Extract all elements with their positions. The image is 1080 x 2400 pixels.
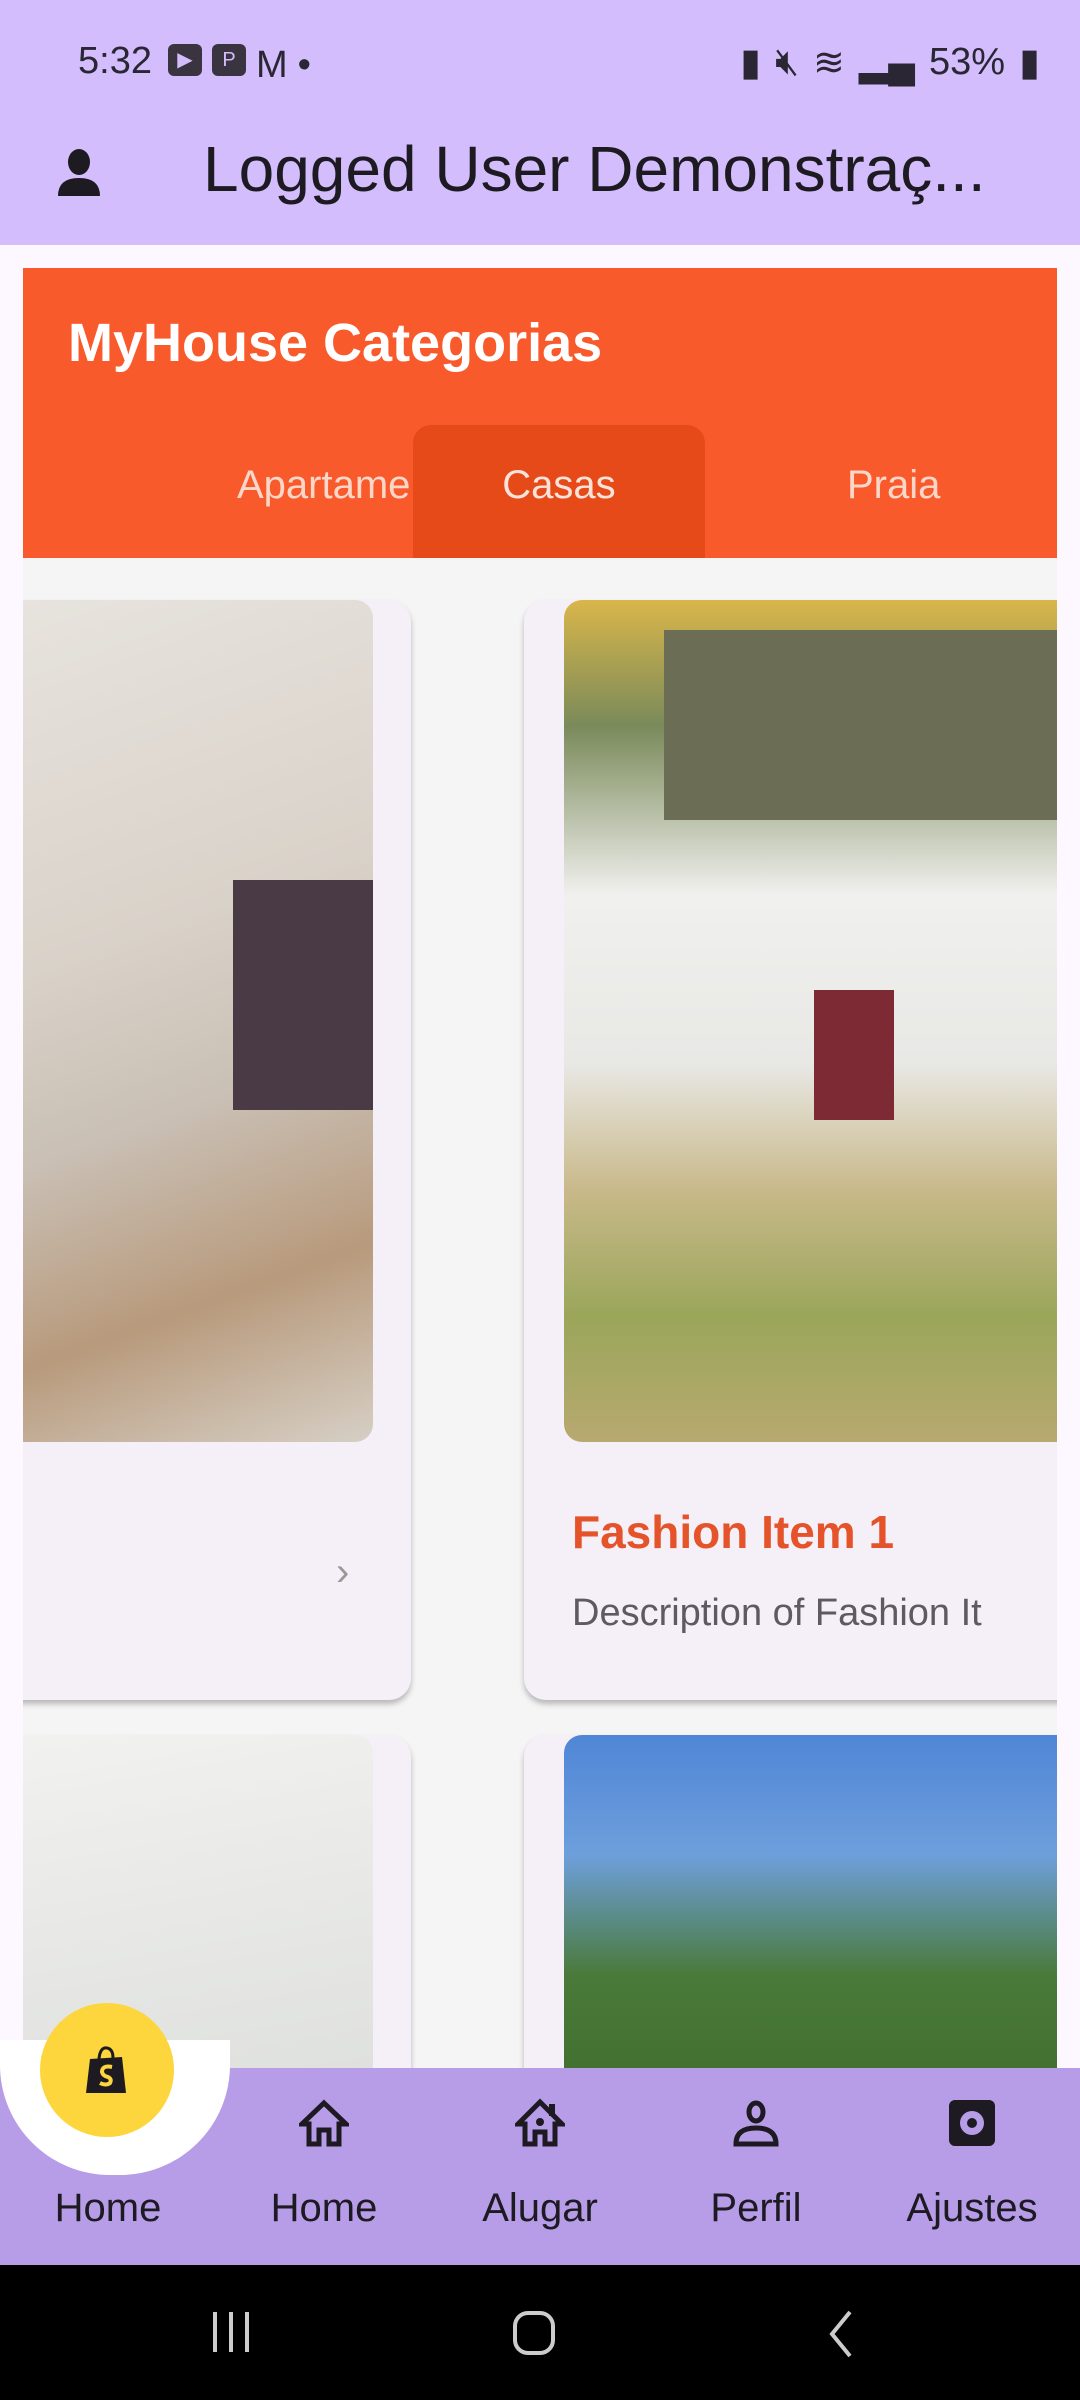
- roof-detail: [664, 630, 1057, 820]
- app-title: Logged User Demonstraç...: [203, 133, 986, 205]
- shopify-bag-icon: [86, 2046, 126, 2093]
- tab-praia[interactable]: Praia: [847, 463, 940, 508]
- dot-icon: •: [297, 44, 311, 86]
- battery-icon: ▮: [1019, 42, 1040, 84]
- p-app-icon: P: [212, 44, 246, 76]
- category-header: MyHouse Categorias Apartamentos Casas Pr…: [23, 268, 1057, 558]
- window-detail: [814, 990, 894, 1120]
- youtube-icon: ▶: [168, 44, 202, 76]
- person-icon: [733, 2100, 779, 2147]
- card-title: Fashion Item 1: [572, 1506, 895, 1558]
- gmail-icon: M: [256, 44, 288, 86]
- nav-label: Alugar: [482, 2186, 598, 2230]
- apartment-image: [23, 600, 373, 1442]
- house-icon: [515, 2098, 565, 2147]
- wifi-icon: ≋: [813, 42, 845, 84]
- home-system-icon[interactable]: [512, 2310, 558, 2356]
- listing-card[interactable]: Fashion Item 1 Description of Fashion It: [524, 600, 1057, 1700]
- header-title: MyHouse Categorias: [68, 313, 603, 373]
- nav-label: Home: [270, 2186, 378, 2230]
- nav-item-ajustes[interactable]: Ajustes: [864, 2068, 1080, 2265]
- gear-icon: [949, 2100, 995, 2146]
- battery-saver-icon: ▮: [740, 42, 762, 84]
- battery-text: 53%: [929, 41, 1006, 83]
- listing-card[interactable]: [524, 1735, 1057, 2068]
- nav-label: Home: [54, 2186, 162, 2230]
- shop-fab-button[interactable]: [40, 2003, 174, 2137]
- nav-label: Ajustes: [906, 2186, 1038, 2230]
- listing-grid[interactable]: › Fashion Item 1 Description of Fashion …: [23, 558, 1057, 2068]
- system-navigation-bar: [0, 2265, 1080, 2400]
- nav-item-alugar[interactable]: Alugar: [432, 2068, 648, 2265]
- nav-item-home[interactable]: Home: [216, 2068, 432, 2265]
- status-time: 5:32: [78, 40, 152, 82]
- person-icon[interactable]: [56, 148, 102, 198]
- app-bar: Logged User Demonstraç...: [0, 122, 1080, 245]
- nav-item-perfil[interactable]: Perfil: [648, 2068, 864, 2265]
- mute-icon: 🔇︎: [775, 41, 800, 83]
- nav-label: Perfil: [710, 2186, 802, 2230]
- tv-image-detail: [233, 880, 373, 1110]
- house-image: [564, 1735, 1057, 2068]
- recent-apps-icon[interactable]: [210, 2310, 255, 2355]
- house-image: [564, 600, 1057, 1442]
- back-icon[interactable]: [820, 2310, 860, 2358]
- tab-casas[interactable]: Casas: [413, 425, 705, 558]
- status-bar: 5:32 ▶ P M • ▮ 🔇︎ ≋ ▂▄ 53% ▮: [0, 0, 1080, 122]
- signal-icon: ▂▄: [858, 42, 916, 84]
- chevron-right-icon[interactable]: ›: [336, 1550, 349, 1595]
- home-icon: [299, 2099, 349, 2147]
- card-description: Description of Fashion It: [572, 1592, 982, 1634]
- listing-card[interactable]: ›: [23, 600, 411, 1700]
